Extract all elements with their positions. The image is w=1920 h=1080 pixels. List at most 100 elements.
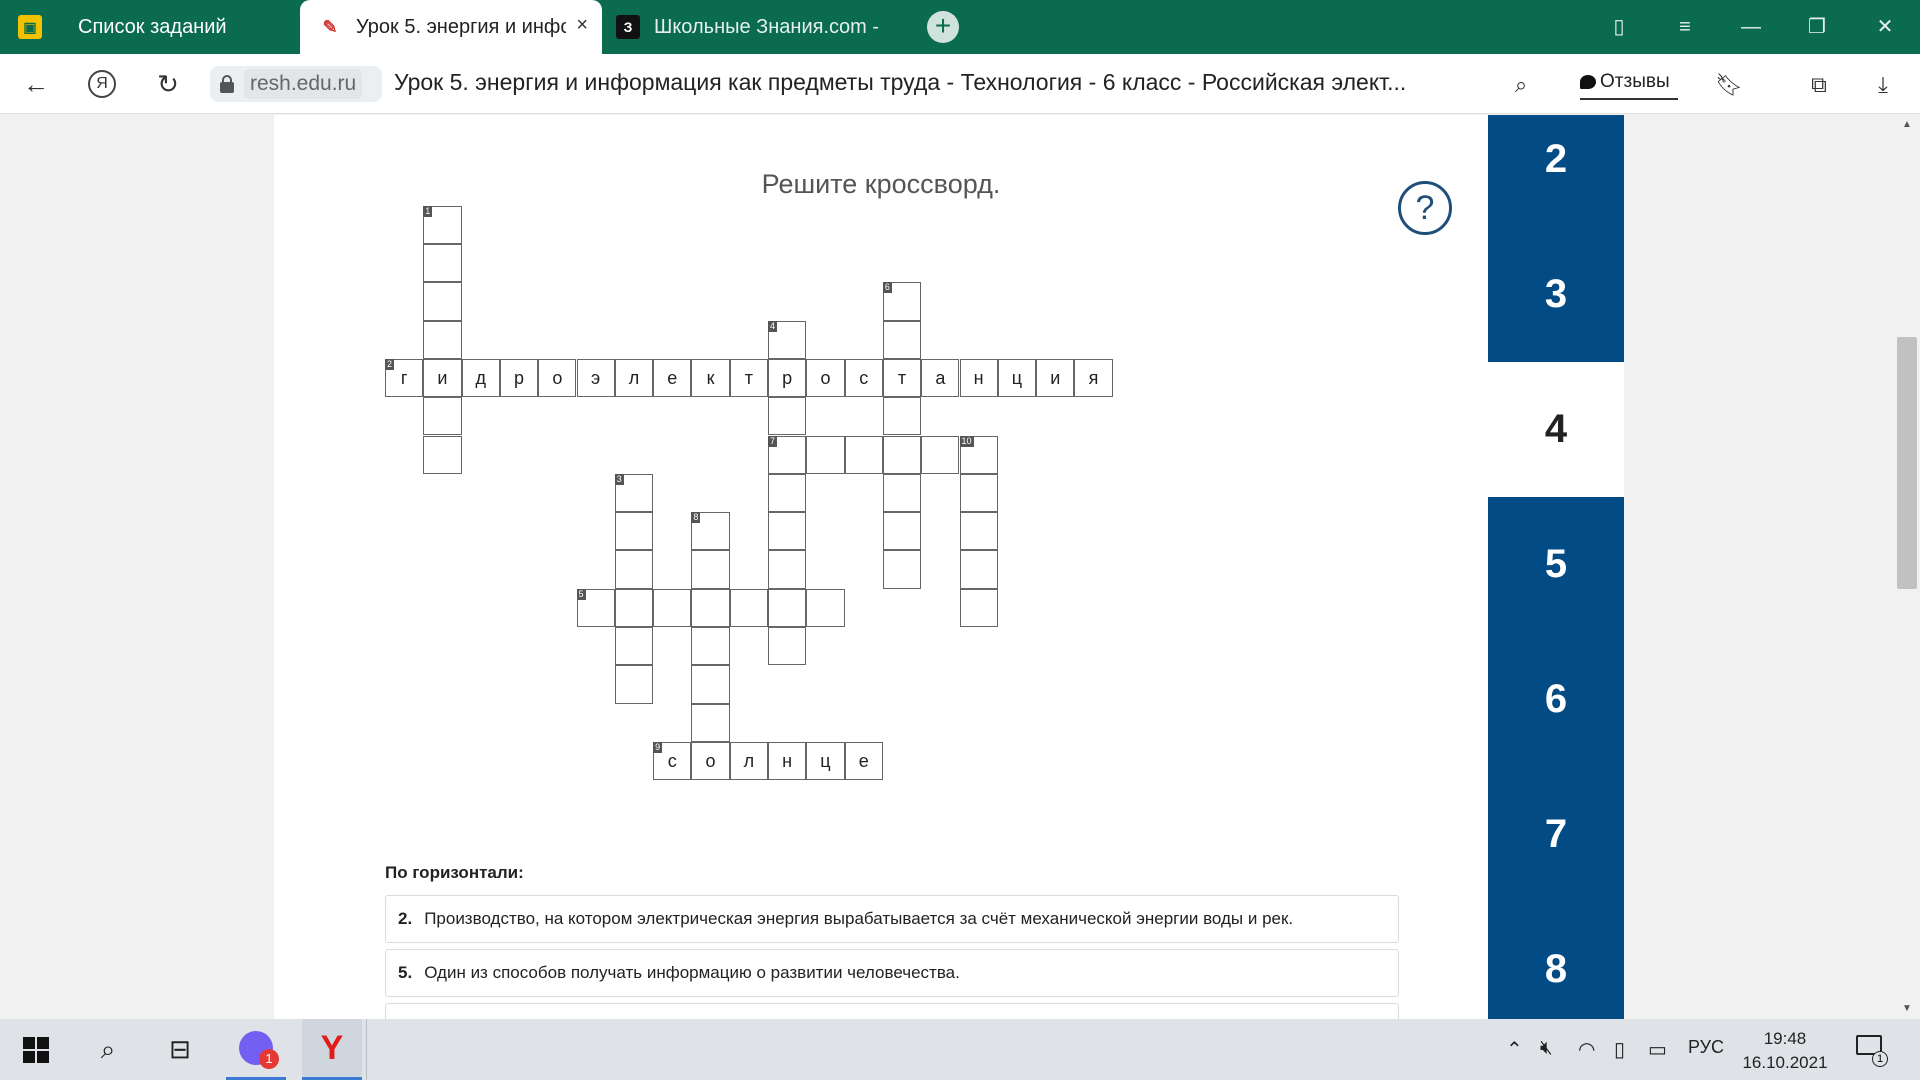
crossword-cell[interactable]: я — [1074, 358, 1113, 398]
reviews-button[interactable]: Отзывы — [1580, 66, 1678, 100]
restore-icon[interactable]: ❐ — [1802, 12, 1832, 42]
minimize-icon[interactable]: — — [1736, 12, 1766, 42]
scrollbar[interactable]: ▲ ▼ — [1894, 115, 1920, 1019]
crossword-cell[interactable] — [423, 320, 462, 359]
crossword-cell[interactable]: 4 — [768, 320, 807, 359]
system-clock[interactable]: 19:48 16.10.2021 — [1740, 1027, 1830, 1075]
crossword-cell[interactable] — [882, 320, 922, 359]
windows-start-icon[interactable] — [6, 1019, 66, 1080]
crossword-cell[interactable]: р — [768, 358, 807, 398]
crossword-cell[interactable]: е — [653, 358, 692, 398]
volume-muted-icon[interactable]: 🔇︎ — [1540, 1037, 1553, 1060]
crossword-cell[interactable]: н — [768, 741, 807, 781]
new-tab-button[interactable]: + — [927, 11, 959, 43]
wifi-icon[interactable]: ◠ — [1578, 1037, 1595, 1062]
crossword-cell[interactable]: е — [844, 741, 883, 781]
tab-task-list[interactable]: ▣ Список заданий — [12, 0, 294, 54]
crossword-cell[interactable]: 6 — [882, 282, 922, 321]
crossword-cell[interactable]: к — [691, 358, 730, 398]
crossword-cell[interactable]: л — [614, 358, 654, 398]
crossword-cell[interactable] — [614, 665, 654, 704]
crossword-cell[interactable] — [614, 512, 654, 551]
crossword-cell[interactable]: 8 — [691, 512, 730, 551]
crossword-cell[interactable] — [691, 550, 730, 589]
reload-icon[interactable]: ↻ — [152, 68, 184, 100]
menu-icon[interactable]: ≡ — [1670, 12, 1700, 42]
crossword-cell[interactable]: а — [921, 358, 960, 398]
crossword-cell[interactable] — [768, 397, 807, 436]
crossword-cell[interactable]: д — [461, 358, 500, 398]
crossword-cell[interactable]: л — [729, 741, 768, 781]
task-nav-3[interactable]: 3 — [1488, 227, 1624, 362]
crossword-cell[interactable]: э — [576, 358, 615, 398]
tab-close-icon[interactable]: × — [576, 14, 588, 37]
back-arrow-icon[interactable]: ← — [20, 68, 52, 100]
yandex-button[interactable]: Я — [88, 70, 116, 98]
crossword-cell[interactable] — [882, 550, 922, 589]
download-icon[interactable]: ⤓ — [1868, 70, 1898, 100]
language-indicator[interactable]: РУС — [1688, 1037, 1724, 1058]
crossword-cell[interactable]: и — [423, 358, 462, 398]
crossword-cell[interactable]: н — [959, 358, 998, 398]
bookmark-icon[interactable]: 🔖︎ — [1714, 70, 1744, 100]
bookmarks-panel-icon[interactable]: ▯ — [1604, 12, 1634, 42]
crossword-cell[interactable]: р — [499, 358, 539, 398]
scroll-down-arrow-icon[interactable]: ▼ — [1894, 999, 1920, 1019]
crossword-cell[interactable] — [653, 588, 692, 627]
clue-across-5[interactable]: 5. Один из способов получать информацию … — [385, 949, 1399, 997]
search-icon[interactable]: ⌕ — [78, 1019, 138, 1080]
crossword-cell[interactable] — [691, 588, 730, 627]
crossword-cell[interactable]: 7 — [768, 435, 807, 474]
crossword-cell[interactable]: с — [844, 358, 883, 398]
crossword-cell[interactable]: о — [691, 741, 730, 781]
site-info-button[interactable]: resh.edu.ru — [210, 66, 382, 102]
crossword-cell[interactable] — [959, 550, 998, 589]
crossword-cell[interactable] — [768, 550, 807, 589]
crossword-cell[interactable] — [882, 512, 922, 551]
task-nav-2[interactable]: 2 — [1488, 115, 1624, 227]
crossword-cell[interactable]: 1 — [423, 205, 462, 244]
page-title-url[interactable]: Урок 5. энергия и информация как предмет… — [394, 69, 1454, 96]
scroll-thumb[interactable] — [1897, 337, 1917, 589]
task-nav-8[interactable]: 8 — [1488, 902, 1624, 1019]
crossword-cell[interactable] — [691, 665, 730, 704]
crossword-cell[interactable] — [691, 627, 730, 666]
crossword-cell[interactable] — [844, 435, 883, 474]
crossword-cell[interactable] — [959, 512, 998, 551]
battery-icon[interactable]: ▭ — [1648, 1037, 1667, 1062]
crossword-cell[interactable]: т — [882, 358, 922, 398]
crossword-cell[interactable] — [882, 397, 922, 436]
close-window-icon[interactable]: ✕ — [1870, 12, 1900, 42]
crossword-cell[interactable] — [959, 473, 998, 513]
crossword-cell[interactable] — [423, 244, 462, 283]
crossword-cell[interactable] — [729, 588, 768, 627]
crossword-cell[interactable] — [614, 550, 654, 589]
show-hidden-icons-chevron-icon[interactable]: ⌃ — [1506, 1037, 1523, 1062]
crossword-cell[interactable] — [614, 627, 654, 666]
crossword-cell[interactable]: ц — [997, 358, 1037, 398]
task-nav-6[interactable]: 6 — [1488, 632, 1624, 767]
crossword-cell[interactable]: 5 — [576, 588, 615, 627]
search-page-icon[interactable]: ⌕ — [1506, 70, 1536, 100]
task-nav-7[interactable]: 7 — [1488, 767, 1624, 902]
crossword-cell[interactable] — [882, 435, 922, 474]
clue-across-2[interactable]: 2. Производство, на котором электрическа… — [385, 895, 1399, 943]
collections-icon[interactable]: ⧉ — [1804, 70, 1834, 100]
tab-znanija[interactable]: З Школьные Знания.com - F — [616, 0, 878, 54]
crossword-cell[interactable] — [806, 435, 845, 474]
viber-app-icon[interactable]: 1 — [226, 1019, 286, 1080]
crossword-cell[interactable] — [423, 282, 462, 321]
crossword-cell[interactable]: о — [806, 358, 845, 398]
tab-lesson-5[interactable]: ✎ Урок 5. энергия и инфо × — [300, 0, 602, 54]
crossword-cell[interactable] — [768, 512, 807, 551]
crossword-cell[interactable]: о — [538, 358, 577, 398]
crossword-cell[interactable]: и — [1036, 358, 1075, 398]
crossword-cell[interactable] — [768, 473, 807, 513]
crossword-cell[interactable] — [921, 435, 960, 474]
clue-across-next[interactable] — [385, 1003, 1399, 1019]
crossword-cell[interactable] — [806, 588, 845, 627]
crossword-cell[interactable]: т — [729, 358, 768, 398]
yandex-browser-icon[interactable]: Y — [302, 1019, 362, 1080]
crossword-cell[interactable] — [423, 397, 462, 436]
crossword-cell[interactable]: 10 — [959, 435, 998, 474]
